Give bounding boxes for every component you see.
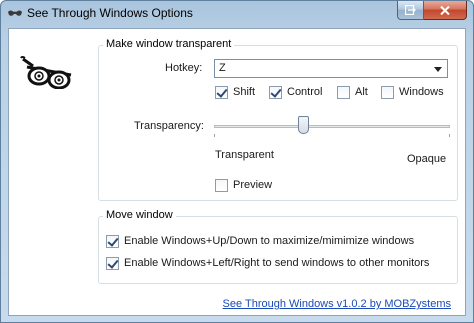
restore-window-icon (405, 5, 416, 15)
chevron-down-icon (434, 67, 442, 72)
window-title: See Through Windows Options (27, 6, 193, 20)
windows-box[interactable] (381, 85, 394, 99)
sunglasses-icon (20, 56, 72, 89)
transparency-label: Transparency: (134, 120, 204, 132)
slider-min-label: Transparent (215, 149, 274, 161)
client-area: Make window transparent Hotkey: Z Shift … (8, 28, 466, 316)
alt-label: Alt (355, 86, 368, 98)
glasses-app-icon (8, 10, 22, 16)
slider-max-label: Opaque (407, 153, 447, 165)
maximize-minimize-checkbox[interactable]: Enable Windows+Up/Down to maximize/mimim… (106, 234, 414, 248)
move-window-group-title: Move window (103, 209, 176, 221)
shift-box[interactable] (215, 85, 228, 99)
maximize-minimize-label: Enable Windows+Up/Down to maximize/mimim… (124, 235, 415, 247)
preview-box[interactable] (215, 178, 228, 192)
maximize-minimize-box[interactable] (106, 234, 119, 248)
windows-label: Windows (399, 86, 444, 98)
restore-button[interactable] (397, 1, 424, 20)
title-bar[interactable]: See Through Windows Options (1, 1, 473, 27)
control-label: Control (287, 86, 323, 98)
slider-tick-max (449, 134, 450, 137)
close-button[interactable] (424, 1, 467, 20)
alt-checkbox[interactable]: Alt (337, 85, 368, 99)
options-window: See Through Windows Options Make window … (0, 0, 474, 323)
hotkey-select[interactable]: Z (214, 59, 448, 78)
control-box[interactable] (269, 85, 282, 99)
slider-tick-min (214, 134, 215, 137)
alt-box[interactable] (337, 85, 350, 99)
windows-checkbox[interactable]: Windows (381, 85, 444, 99)
preview-label: Preview (233, 179, 273, 191)
transparency-slider-track[interactable] (214, 125, 450, 128)
move-window-group: Move window (98, 209, 458, 284)
shift-label: Shift (233, 86, 256, 98)
preview-checkbox[interactable]: Preview (215, 178, 272, 192)
close-icon (440, 5, 450, 15)
monitor-switch-box[interactable] (106, 256, 119, 270)
about-link[interactable]: See Through Windows v1.0.2 by MOBZystems (223, 298, 451, 310)
monitor-switch-checkbox[interactable]: Enable Windows+Left/Right to send window… (106, 256, 429, 270)
hotkey-value: Z (219, 62, 226, 74)
hotkey-label: Hotkey: (165, 62, 203, 74)
monitor-switch-label: Enable Windows+Left/Right to send window… (124, 257, 430, 269)
shift-checkbox[interactable]: Shift (215, 85, 255, 99)
control-checkbox[interactable]: Control (269, 85, 322, 99)
transparency-slider-thumb[interactable] (298, 116, 310, 134)
transparency-group-title: Make window transparent (103, 38, 235, 50)
